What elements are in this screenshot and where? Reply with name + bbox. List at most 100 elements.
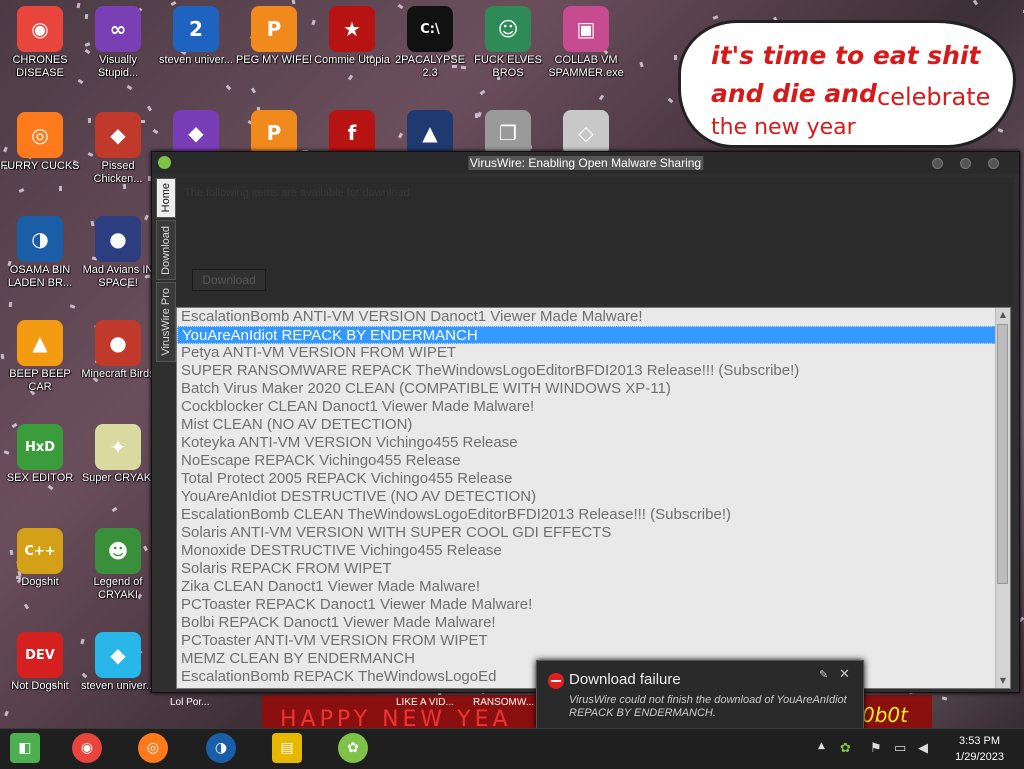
- gem-2-icon: ◆: [173, 110, 219, 156]
- scroll-thumb[interactable]: [997, 324, 1008, 584]
- desktop-icon-elves[interactable]: ☺ FUCK ELVES BROS: [468, 6, 548, 80]
- network-icon[interactable]: ▭: [894, 741, 906, 756]
- list-item[interactable]: Cockblocker CLEAN Danoct1 Viewer Made Ma…: [177, 398, 1010, 416]
- desktop-icon-label: Visually Stupid...: [97, 54, 139, 79]
- taskbar-explorer-icon[interactable]: ▤: [272, 733, 302, 763]
- flag-icon[interactable]: ⚑: [870, 741, 882, 756]
- taskbar-start-icon[interactable]: ◧: [10, 733, 40, 763]
- desktop-icon-vs[interactable]: ∞ Visually Stupid...: [78, 6, 158, 80]
- taskbar: ◧ ◉ ◎ ◑ ▤ ✿ ▲ ✿ ⚑ ▭ ◀ 3:53 PM 1/29/2023: [0, 728, 1024, 769]
- tab-home[interactable]: Home: [156, 178, 176, 218]
- desktop-icon-commie[interactable]: ★ Commie Utopia: [312, 6, 392, 67]
- clock[interactable]: 3:53 PM 1/29/2023: [955, 733, 1004, 765]
- desktop-icon-vlc[interactable]: ▲ BEEP BEEP CAR: [0, 320, 80, 394]
- desktop-icon-hxd[interactable]: HxD SEX EDITOR: [0, 424, 80, 485]
- devcpp-icon: DEV: [17, 632, 63, 678]
- speech-bubble: it's time to eat shit and die and celebr…: [678, 20, 1016, 148]
- list-item[interactable]: NoEscape REPACK Vichingo455 Release: [177, 452, 1010, 470]
- desktop-icon-label: SEX EDITOR: [6, 472, 74, 484]
- desktop-icon-label: Minecraft Birds: [81, 368, 155, 380]
- desktop-icon-firefox[interactable]: ◎ FURRY CUCKS: [0, 112, 80, 173]
- download-button[interactable]: Download: [192, 269, 266, 291]
- list-item[interactable]: Total Protect 2005 REPACK Vichingo455 Re…: [177, 470, 1010, 488]
- desktop-shortcut-lol[interactable]: Lol Por...: [170, 697, 209, 708]
- tab-download[interactable]: Download: [156, 220, 176, 280]
- desktop-icon-legend[interactable]: ☻ Legend of CRYAKI: [78, 528, 158, 602]
- desktop-icon-collab[interactable]: ▣ COLLAB VM SPAMMER.exe: [546, 6, 626, 80]
- desktop-icon-label: Not Dogshit: [11, 680, 69, 692]
- scroll-down-arrow-icon[interactable]: ▼: [996, 674, 1010, 688]
- list-item[interactable]: Mist CLEAN (NO AV DETECTION): [177, 416, 1010, 434]
- firefox-icon: ◎: [17, 112, 63, 158]
- desktop-icon-label: FURRY CUCKS: [0, 160, 80, 172]
- blue-flame-icon: ▲: [407, 110, 453, 156]
- list-item[interactable]: EscalationBomb ANTI-VM VERSION Danoct1 V…: [177, 308, 1010, 326]
- list-item[interactable]: YouAreAnIdiot REPACK BY ENDERMANCH: [177, 326, 1010, 344]
- desktop-icon-mad[interactable]: ● Mad Avians IN SPACE!: [78, 216, 158, 290]
- list-item[interactable]: Solaris ANTI-VM VERSION WITH SUPER COOL …: [177, 524, 1010, 542]
- desktop-icon-minecraft[interactable]: ● Minecraft Birds: [78, 320, 158, 381]
- close-icon[interactable]: ✕: [839, 667, 850, 682]
- list-item[interactable]: PCToaster REPACK Danoct1 Viewer Made Mal…: [177, 596, 1010, 614]
- malware-list[interactable]: EscalationBomb ANTI-VM VERSION Danoct1 V…: [176, 307, 1011, 689]
- maximize-button[interactable]: [960, 158, 971, 169]
- taskbar-chrome-icon[interactable]: ◉: [72, 733, 102, 763]
- desktop-icon-label: Super CRYAKI: [81, 472, 155, 484]
- bubble-line-3: the new year: [711, 115, 856, 140]
- desktop-icon-peg[interactable]: P PEG MY WIFE!: [234, 6, 314, 67]
- clock-time: 3:53 PM: [959, 735, 1001, 747]
- list-item[interactable]: YouAreAnIdiot DESTRUCTIVE (NO AV DETECTI…: [177, 488, 1010, 506]
- desktop-icon-chrome-1[interactable]: ◉ CHRONES DISEASE: [0, 6, 80, 80]
- list-item[interactable]: EscalationBomb CLEAN TheWindowsLogoEdito…: [177, 506, 1010, 524]
- close-button[interactable]: [988, 158, 999, 169]
- legend-icon: ☻: [95, 528, 141, 574]
- scroll-up-arrow-icon[interactable]: ▲: [996, 308, 1010, 322]
- tab-viruswire-pro[interactable]: VirusWire Pro: [156, 282, 176, 362]
- list-item[interactable]: Petya ANTI-VM VERSION FROM WIPET: [177, 344, 1010, 362]
- desktop-icon-dogshit[interactable]: C++ Dogshit: [0, 528, 80, 589]
- tray-overflow-icon[interactable]: ▲: [818, 741, 825, 751]
- desktop-icon-label: COLLAB VM SPAMMER.exe: [548, 54, 624, 79]
- list-item[interactable]: Koteyka ANTI-VM VERSION Vichingo455 Rele…: [177, 434, 1010, 452]
- desktop-shortcut-like[interactable]: LIKE A VID...: [396, 697, 454, 708]
- viruswire-tray-icon[interactable]: ✿: [840, 741, 851, 756]
- desktop-icon-label: CHRONES DISEASE: [12, 54, 68, 79]
- bubble-line-2b: celebrate: [877, 83, 991, 111]
- desktop-icon-label: Pissed Chicken...: [93, 160, 143, 185]
- desktop-icon-obama[interactable]: ◑ OSAMA BIN LADEN BR...: [0, 216, 80, 290]
- taskbar-firefox-icon[interactable]: ◎: [138, 733, 168, 763]
- list-item[interactable]: Solaris REPACK FROM WIPET: [177, 560, 1010, 578]
- home-panel: The following items are available for do…: [176, 178, 1014, 304]
- desktop-icon-devcpp[interactable]: DEV Not Dogshit: [0, 632, 80, 693]
- list-item[interactable]: Batch Virus Maker 2020 CLEAN (COMPATIBLE…: [177, 380, 1010, 398]
- desktop-shortcut-ransomw[interactable]: RANSOMW...: [473, 697, 534, 708]
- hxd-icon: HxD: [17, 424, 63, 470]
- desktop-icon-steven-2[interactable]: 2 steven univer...: [156, 6, 236, 67]
- window-titlebar[interactable]: VirusWire: Enabling Open Malware Sharing: [152, 152, 1019, 174]
- bubble-line-2a: and die and: [711, 79, 877, 108]
- desktop-icon-pacalypse[interactable]: C:\ 2PACALYPSE 2.3: [390, 6, 470, 80]
- list-item[interactable]: Zika CLEAN Danoct1 Viewer Made Malware!: [177, 578, 1010, 596]
- taskbar-obama-icon[interactable]: ◑: [206, 733, 236, 763]
- list-item[interactable]: Monoxide DESTRUCTIVE Vichingo455 Release: [177, 542, 1010, 560]
- list-item[interactable]: SUPER RANSOMWARE REPACK TheWindowsLogoEd…: [177, 362, 1010, 380]
- chrome-1-icon: ◉: [17, 6, 63, 52]
- minimize-button[interactable]: [932, 158, 943, 169]
- list-scrollbar[interactable]: ▲ ▼: [995, 308, 1010, 688]
- taskbar-viruswire-icon[interactable]: ✿: [338, 733, 368, 763]
- clock-date: 1/29/2023: [955, 751, 1004, 763]
- dogshit-icon: C++: [17, 528, 63, 574]
- desktop-icon-cryaki[interactable]: ✦ Super CRYAKI: [78, 424, 158, 485]
- pissed-icon: ◆: [95, 112, 141, 158]
- pin-icon[interactable]: ✎: [819, 668, 828, 681]
- desktop-icon-label: Legend of CRYAKI: [93, 576, 143, 601]
- desktop-icon-pissed[interactable]: ◆ Pissed Chicken...: [78, 112, 158, 186]
- list-item[interactable]: PCToaster ANTI-VM VERSION FROM WIPET: [177, 632, 1010, 650]
- cryaki-icon: ✦: [95, 424, 141, 470]
- desktop-icon-steven-gem[interactable]: ◆ steven univer...: [78, 632, 158, 693]
- volume-icon[interactable]: ◀: [918, 741, 928, 756]
- list-item[interactable]: Bolbi REPACK Danoct1 Viewer Made Malware…: [177, 614, 1010, 632]
- desktop-icon-label: FUCK ELVES BROS: [474, 54, 542, 79]
- toast-message: VirusWire could not finish the download …: [569, 694, 847, 719]
- desktop-icon-label: BEEP BEEP CAR: [9, 368, 71, 393]
